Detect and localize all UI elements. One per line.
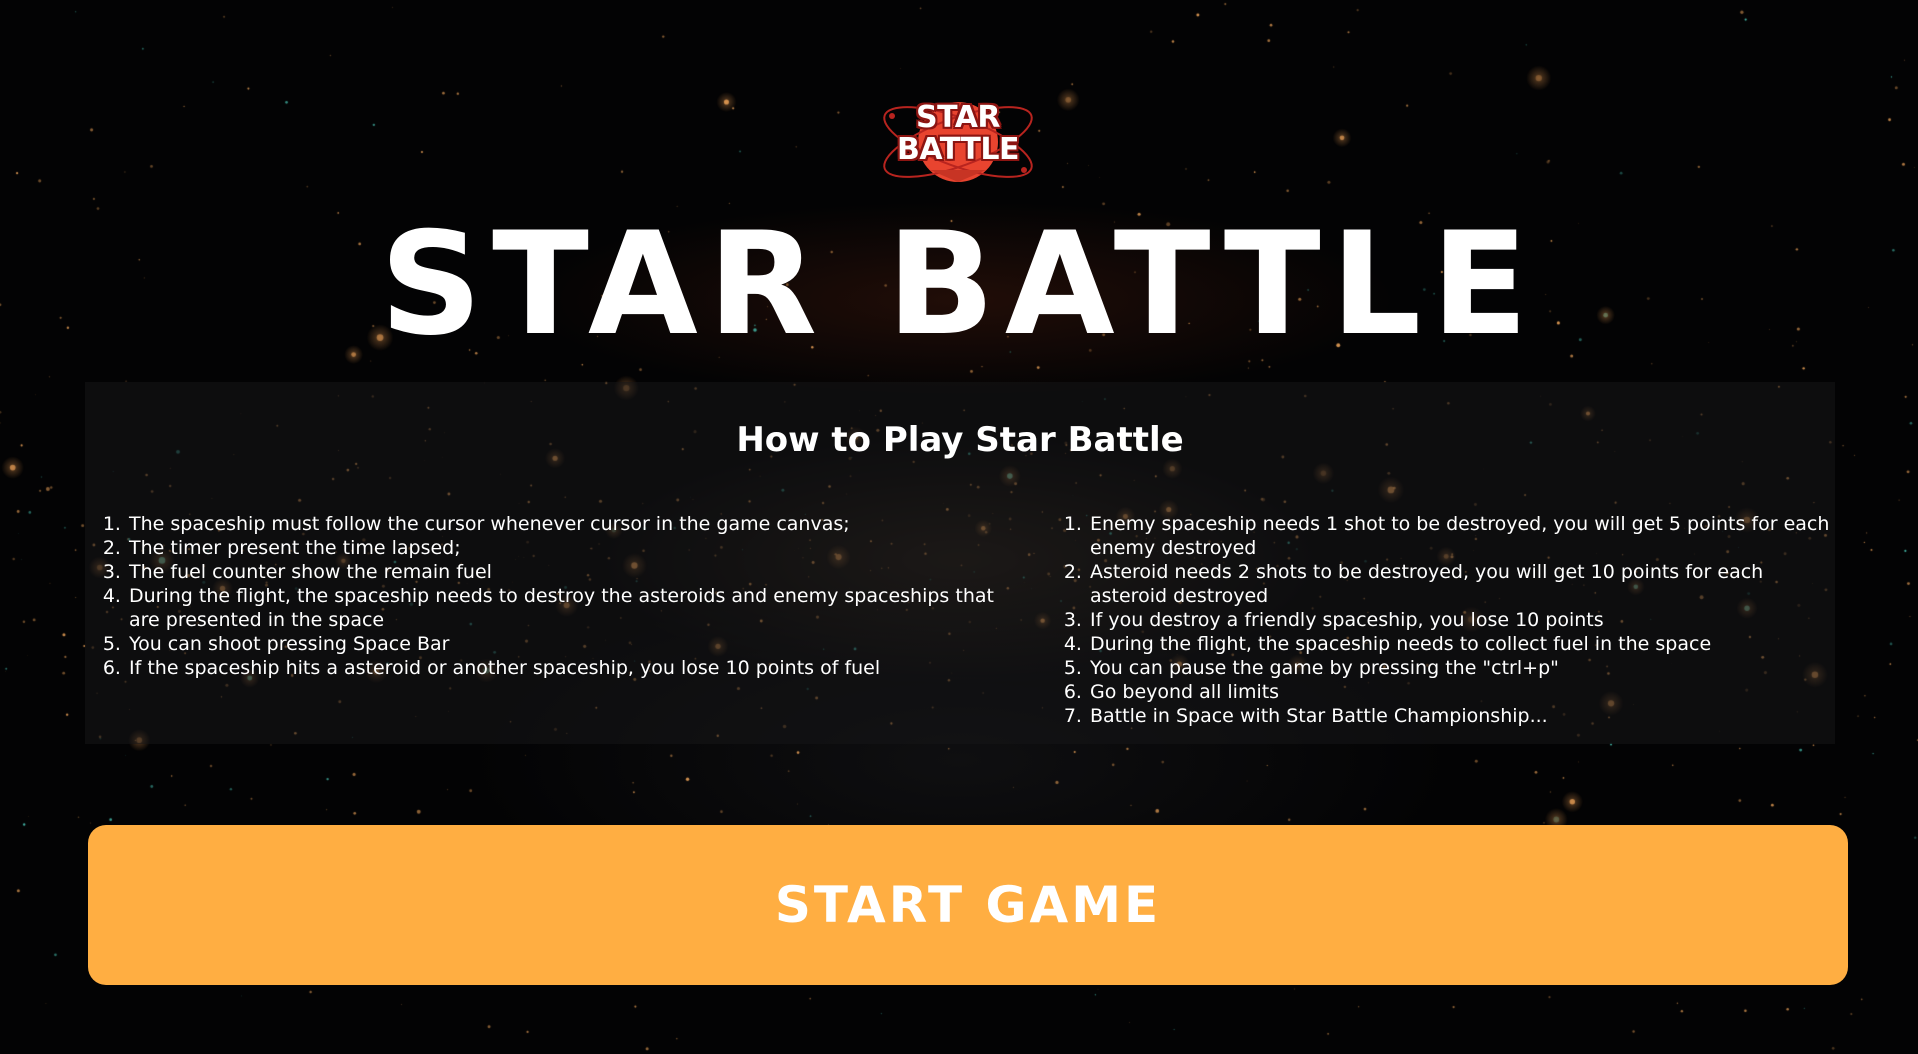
rule-item: During the flight, the spaceship needs t… [1088,632,1836,656]
logo-text-battle: BATTLE [897,132,1019,167]
rule-item: If you destroy a friendly spaceship, you… [1088,608,1836,632]
rules-list-right: Enemy spaceship needs 1 shot to be destr… [1046,512,1836,728]
logo-text-star: STAR [915,100,1001,135]
rule-item: The timer present the time lapsed; [127,536,1005,560]
rule-item: During the flight, the spaceship needs t… [127,584,1005,632]
how-to-play-title: How to Play Star Battle [736,420,1184,460]
rule-item: You can shoot pressing Space Bar [127,632,1005,656]
rule-item: You can pause the game by pressing the "… [1088,656,1836,680]
rule-item: Enemy spaceship needs 1 shot to be destr… [1088,512,1836,560]
rule-item: Go beyond all limits [1088,680,1836,704]
rules-list-left: The spaceship must follow the cursor whe… [85,512,1005,680]
rule-item: Battle in Space with Star Battle Champio… [1088,704,1836,728]
how-to-play-panel: How to Play Star Battle The spaceship mu… [85,382,1835,744]
game-start-screen: STAR BATTLE STAR BATTLE How to Play Star… [0,0,1918,1054]
game-title: STAR BATTLE [379,202,1539,367]
rule-item: Asteroid needs 2 shots to be destroyed, … [1088,560,1836,608]
rule-item: The fuel counter show the remain fuel [127,560,1005,584]
rule-item: The spaceship must follow the cursor whe… [127,512,1005,536]
start-game-button[interactable]: START GAME [88,825,1848,985]
rule-item: If the spaceship hits a asteroid or anot… [127,656,1005,680]
star-battle-logo: STAR BATTLE [878,86,1038,196]
